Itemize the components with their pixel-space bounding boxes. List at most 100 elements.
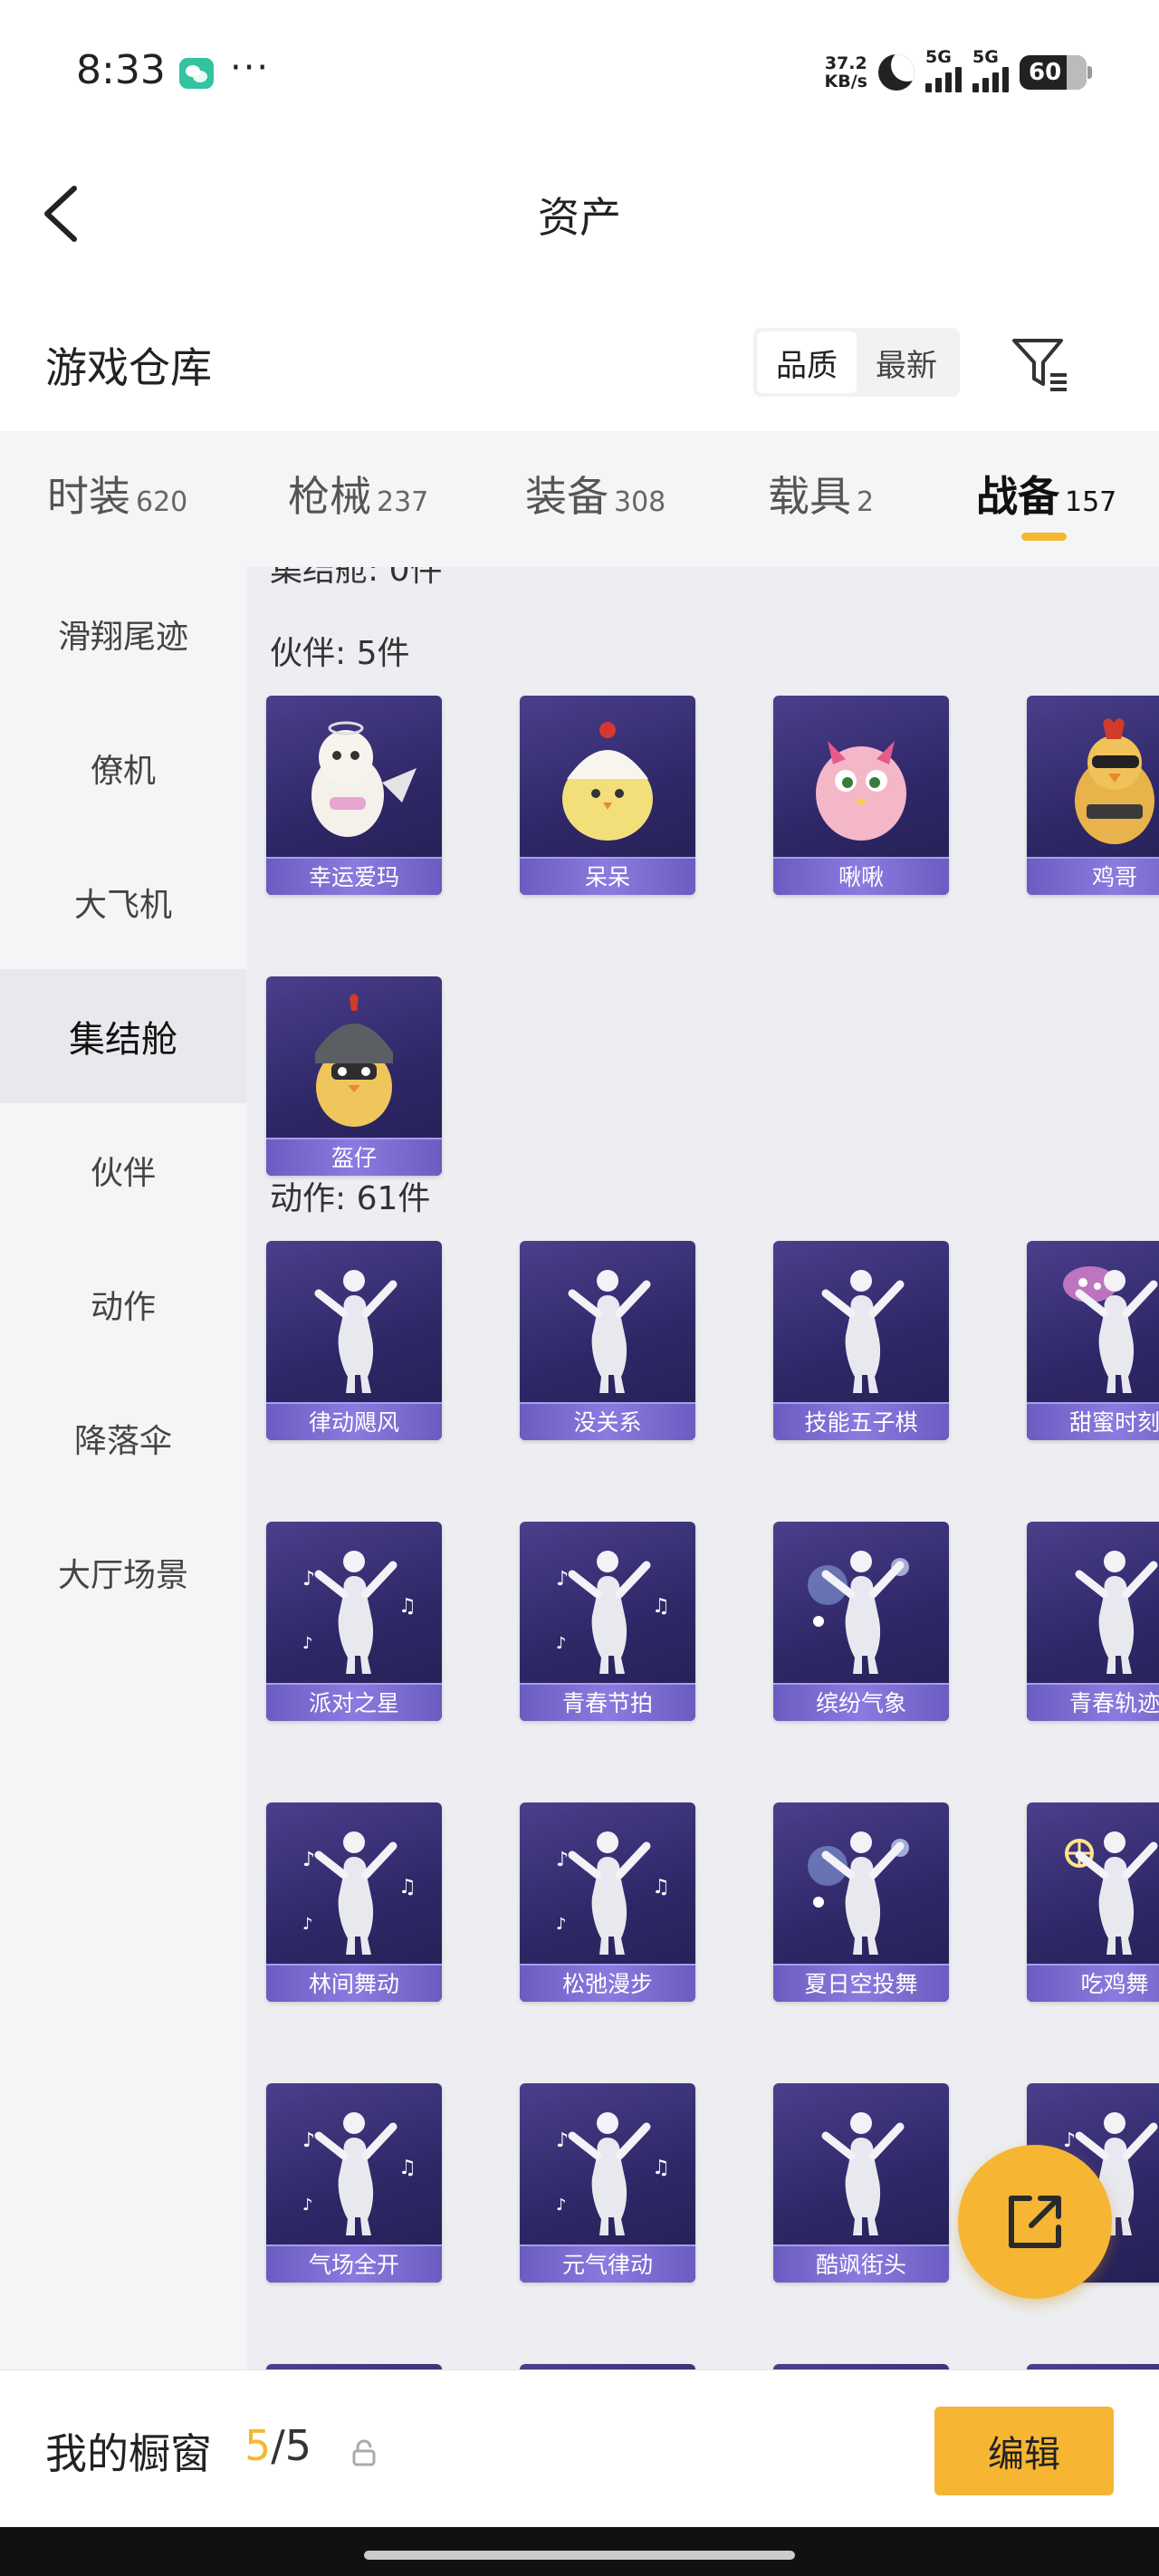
network-type-1: 5G: [925, 47, 952, 67]
page-title: 资产: [538, 193, 621, 242]
emote-card-name: 松弛漫步: [520, 1964, 695, 2002]
partner-card[interactable]: 幸运爱玛: [266, 696, 442, 895]
sidebar-item-emote[interactable]: 动作: [0, 1237, 246, 1371]
partner-card-name: 幸运爱玛: [266, 857, 442, 895]
tab-label: 枪械: [288, 472, 371, 521]
emote-card[interactable]: ♪ ♫ ♪ 气场全开: [266, 2083, 442, 2283]
network-speed-unit: KB/s: [824, 72, 867, 91]
emote-card[interactable]: 夏日空投舞: [773, 1802, 949, 2002]
tab-fashion[interactable]: 时装 620: [47, 464, 187, 524]
emote-card[interactable]: ♪ ♫ ♪ 林间舞动: [266, 1802, 442, 2002]
network-type-2: 5G: [972, 47, 999, 67]
tab-vehicles[interactable]: 载具 2: [768, 464, 874, 524]
partner-card-name: 呆呆: [520, 857, 695, 895]
dance-notes-icon: ♪ ♫ ♪: [302, 2112, 417, 2235]
svg-text:♪: ♪: [302, 1568, 315, 1591]
emote-card[interactable]: ♪ ♫ ♪ 派对之星: [266, 1522, 442, 1721]
emote-card[interactable]: ♪ ♫ ♪ 松弛漫步: [520, 1802, 695, 2002]
svg-text:♪: ♪: [556, 1915, 567, 1934]
wechat-notification-icon: [179, 58, 214, 89]
sidebar-item-rally-pod[interactable]: 集结舱: [0, 969, 246, 1103]
partner-card[interactable]: 呆呆: [520, 696, 695, 895]
emote-card[interactable]: ♪ ♫ ♪ 元气律动: [520, 2083, 695, 2283]
tab-label: 载具: [768, 472, 851, 521]
dance-notes-icon: ♪ ♫ ♪: [556, 2112, 670, 2235]
dance-notes-icon: ♪ ♫ ♪: [556, 1831, 670, 1955]
network-speed: 37.2 KB/s: [825, 54, 867, 91]
emote-card-name: 吃鸡舞: [1027, 1964, 1159, 2002]
tab-battle-gear[interactable]: 战备 157: [976, 464, 1116, 524]
signal-strength-icon-1: 5G: [925, 47, 962, 92]
tab-guns[interactable]: 枪械 237: [288, 464, 428, 524]
emote-card-name: 气场全开: [266, 2244, 442, 2283]
tab-equipment[interactable]: 装备 308: [525, 464, 666, 524]
tab-count: 620: [136, 486, 188, 518]
dance-pose-icon: [821, 2112, 905, 2235]
rally-pod-group-label: 集结舱: 0件: [270, 567, 443, 589]
emote-card[interactable]: 甜蜜时刻: [1027, 1241, 1159, 1440]
svg-text:♪: ♪: [556, 2196, 567, 2215]
svg-text:♪: ♪: [556, 2129, 569, 2152]
showcase-current: 5: [244, 2421, 272, 2470]
emote-card[interactable]: ♪ ♫ ♪ 青春节拍: [520, 1522, 695, 1721]
sort-newest-button[interactable]: 最新: [857, 332, 956, 393]
tab-label: 战备: [976, 472, 1059, 521]
svg-text:♫: ♫: [398, 2157, 417, 2179]
sidebar-item-glide-trail[interactable]: 滑翔尾迹: [0, 567, 246, 701]
tab-count: 237: [377, 486, 429, 518]
sidebar-item-partner[interactable]: 伙伴: [0, 1103, 246, 1237]
home-indicator[interactable]: [364, 2551, 795, 2560]
partner-card[interactable]: 盔仔: [266, 976, 442, 1176]
filter-icon: [1012, 339, 1067, 391]
emote-group-label: 动作: 61件: [270, 1180, 431, 1217]
showcase-total: /5: [271, 2421, 312, 2470]
emote-card[interactable]: 律动飓风: [266, 1241, 442, 1440]
sidebar-item-wingman[interactable]: 僚机: [0, 701, 246, 835]
more-notifications-icon: ···: [230, 47, 271, 89]
emote-card-name: 缤纷气象: [773, 1683, 949, 1721]
partner-card[interactable]: 啾啾: [773, 696, 949, 895]
battery-level: 60: [1029, 59, 1062, 86]
edit-button[interactable]: 编辑: [934, 2407, 1114, 2495]
svg-text:♪: ♪: [556, 1849, 569, 1871]
svg-text:♪: ♪: [302, 1634, 313, 1653]
emote-card-name: 夏日空投舞: [773, 1964, 949, 2002]
sidebar-item-big-plane[interactable]: 大飞机: [0, 835, 246, 969]
svg-text:♪: ♪: [302, 1849, 315, 1871]
sidebar-item-lobby-scene[interactable]: 大厅场景: [0, 1505, 246, 1639]
share-fab-button[interactable]: [958, 2145, 1112, 2299]
sort-toggle: 品质 最新: [753, 328, 960, 397]
sort-quality-button[interactable]: 品质: [757, 332, 857, 393]
sidebar-item-parachute[interactable]: 降落伞: [0, 1371, 246, 1505]
lucky-emma-plush-icon: [311, 721, 417, 837]
svg-text:♪: ♪: [556, 1634, 567, 1653]
dance-pose-icon: [1075, 1551, 1158, 1674]
emote-card[interactable]: 没关系: [520, 1241, 695, 1440]
partner-card-name: 盔仔: [266, 1138, 442, 1176]
sidebar: 滑翔尾迹 僚机 大飞机 集结舱 伙伴 动作 降落伞 大厅场景: [0, 567, 246, 2369]
dance-pan-icon: [1065, 1831, 1158, 1955]
emote-card[interactable]: 青春轨迹: [1027, 1522, 1159, 1721]
partner-card[interactable]: 鸡哥: [1027, 696, 1159, 895]
tab-count: 308: [614, 486, 666, 518]
svg-text:♫: ♫: [652, 1595, 670, 1618]
filter-button[interactable]: [1005, 326, 1078, 399]
item-grid: 集结舱: 0件 伙伴: 5件 幸运爱玛 呆呆 啾啾 鸡哥 盔仔 动作: 61件 律动飓风…: [246, 567, 1159, 2369]
tab-label: 装备: [525, 472, 608, 521]
status-icons: 37.2 KB/s 5G 5G 60: [825, 47, 1092, 98]
active-tab-indicator: [1021, 533, 1067, 541]
emote-card-name: 酷飒街头: [773, 2244, 949, 2283]
emote-card-name: 青春节拍: [520, 1683, 695, 1721]
emote-card-name: 元气律动: [520, 2244, 695, 2283]
emote-card[interactable]: 吃鸡舞: [1027, 1802, 1159, 2002]
dance-pose-icon: [821, 1270, 905, 1393]
svg-text:♪: ♪: [302, 2129, 315, 2152]
lock-icon: [352, 2439, 376, 2466]
emote-card[interactable]: 技能五子棋: [773, 1241, 949, 1440]
tab-label: 时装: [47, 472, 130, 521]
emote-card[interactable]: 缤纷气象: [773, 1522, 949, 1721]
warehouse-title: 游戏仓库: [45, 343, 212, 392]
emote-card-name: 没关系: [520, 1402, 695, 1440]
partner-card-name: 鸡哥: [1027, 857, 1159, 895]
emote-card[interactable]: 酷飒街头: [773, 2083, 949, 2283]
